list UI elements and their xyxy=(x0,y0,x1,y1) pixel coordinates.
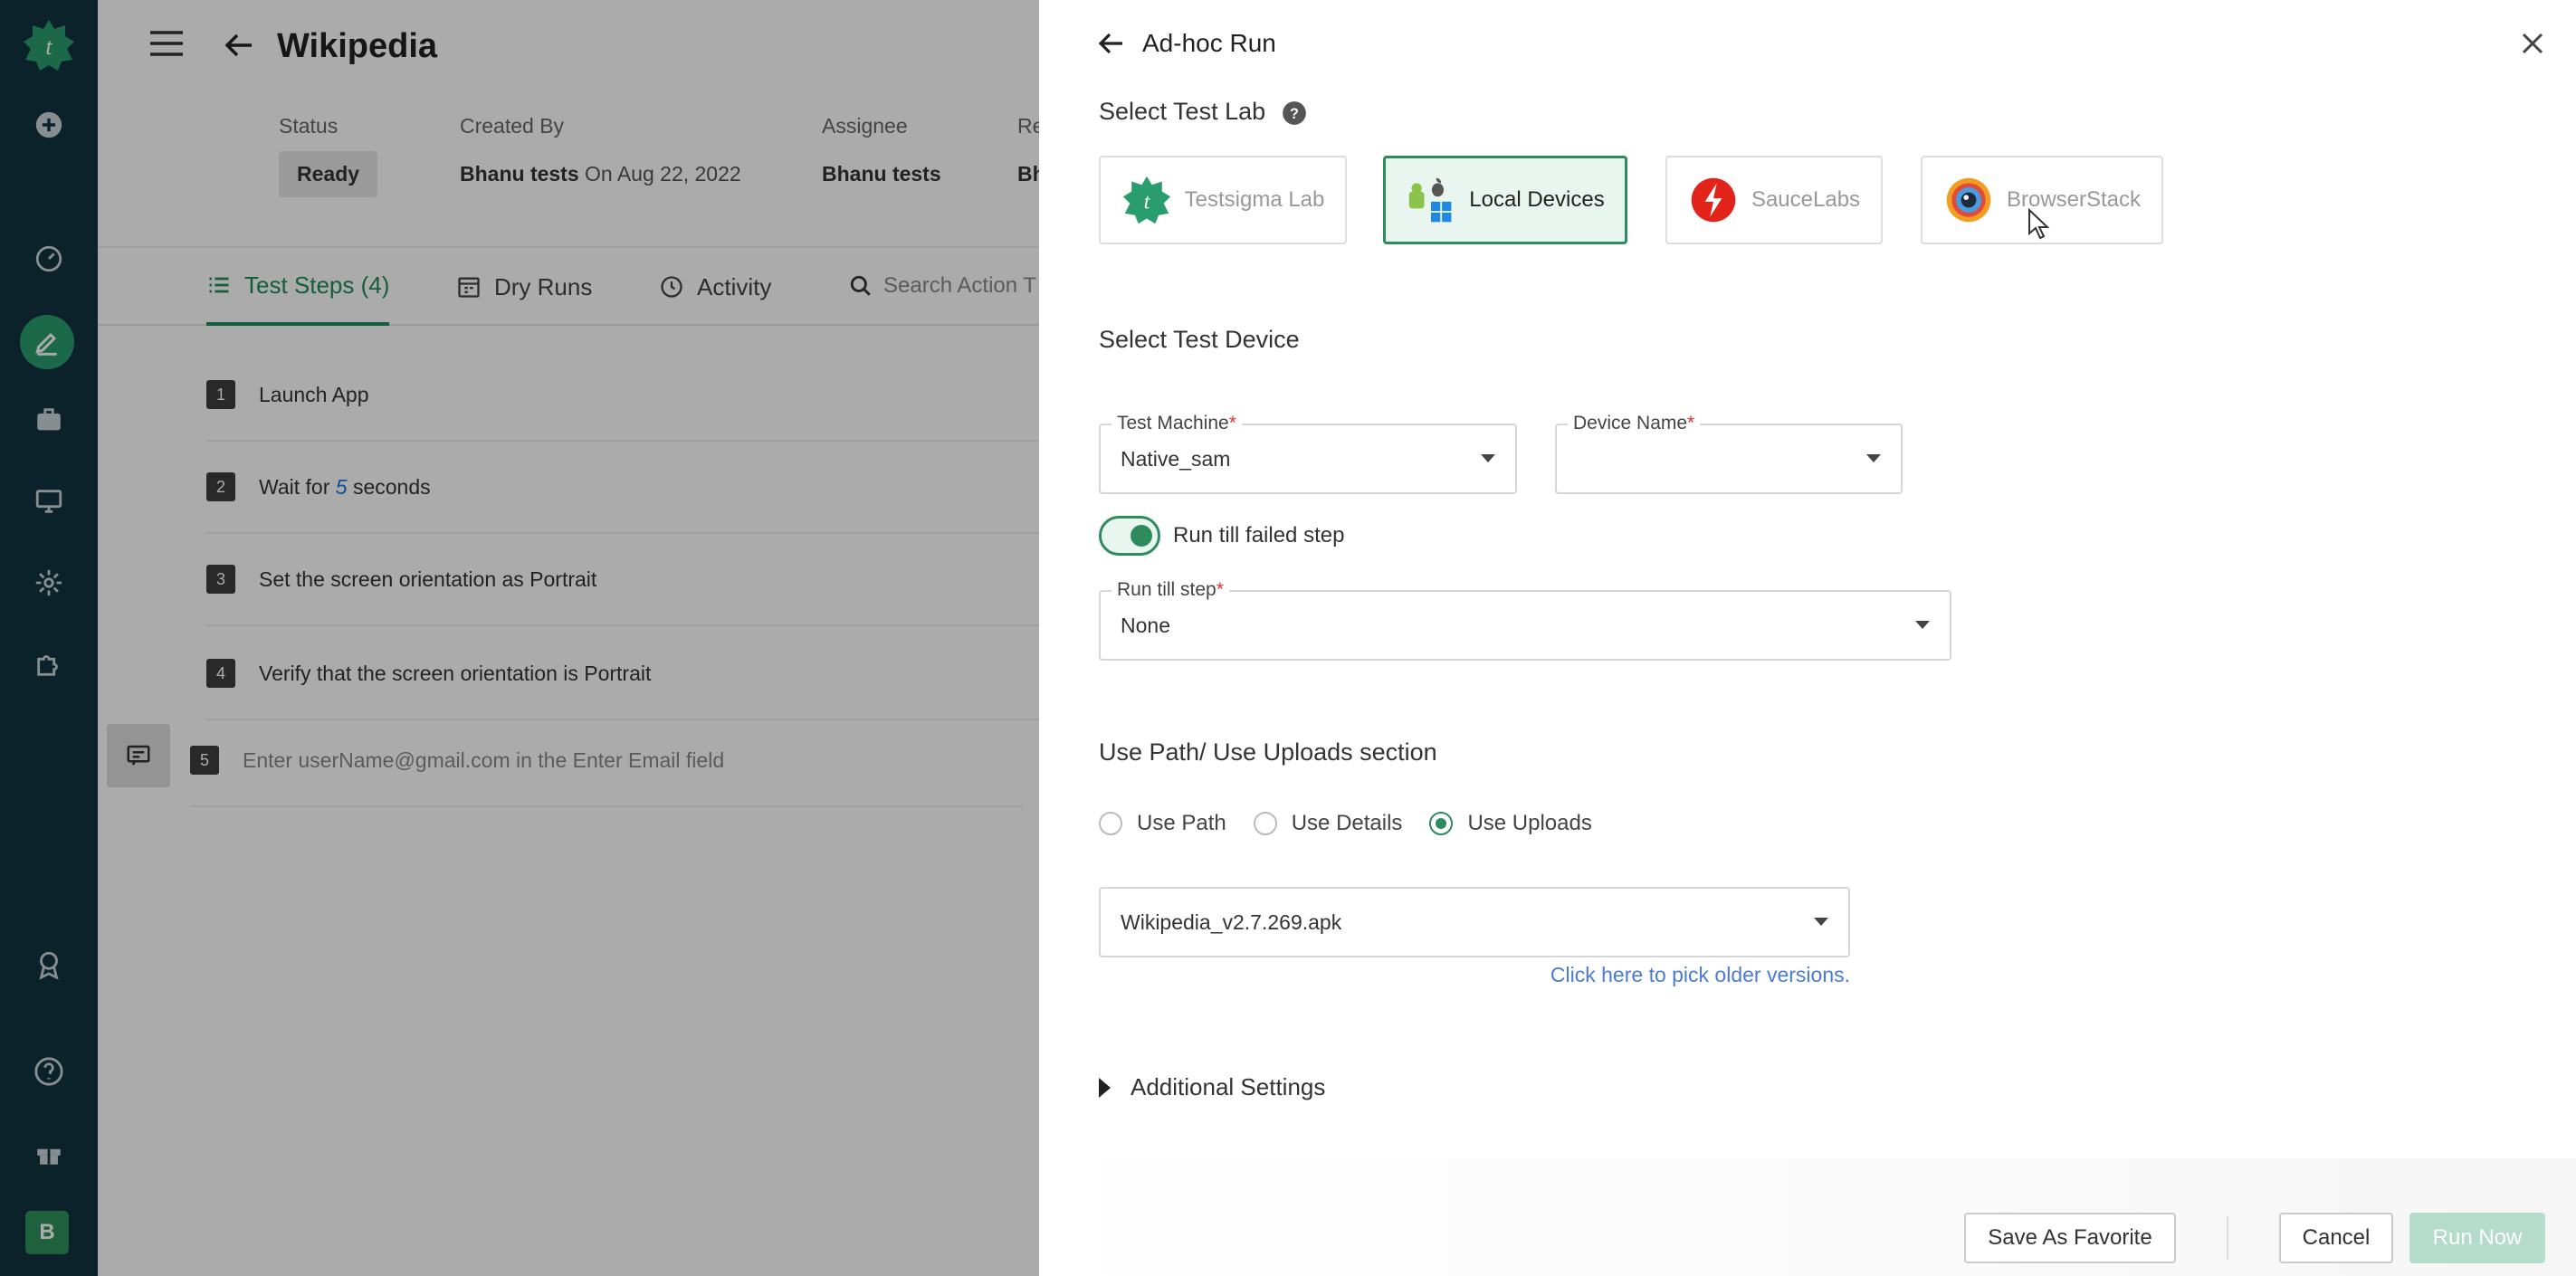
testsigma-icon: t xyxy=(1122,176,1170,224)
toggle-knob xyxy=(1131,525,1152,547)
mouse-pointer-icon xyxy=(2028,208,2050,240)
chevron-down-icon xyxy=(1866,454,1881,462)
back-arrow-icon[interactable] xyxy=(1097,29,1126,58)
lab-card-local-devices[interactable]: Local Devices xyxy=(1383,156,1627,244)
lab-card-label: SauceLabs xyxy=(1751,187,1861,212)
drawer-title: Ad-hoc Run xyxy=(1142,29,1276,57)
local-devices-icon xyxy=(1409,177,1452,223)
upload-file-select[interactable]: Wikipedia_v2.7.269.apk xyxy=(1099,887,1850,957)
save-as-favorite-button[interactable]: Save As Favorite xyxy=(1964,1213,2176,1263)
caret-right-icon xyxy=(1099,1077,1111,1098)
lab-card-label: Local Devices xyxy=(1469,187,1605,212)
close-icon[interactable] xyxy=(2516,27,2549,60)
older-versions-link[interactable]: Click here to pick older versions. xyxy=(1099,963,1850,987)
saucelabs-icon xyxy=(1691,177,1736,223)
test-machine-value: Native_sam xyxy=(1121,447,1231,471)
uploads-section-label: Use Path/ Use Uploads section xyxy=(1099,738,1437,766)
run-till-step-label: Run till step* xyxy=(1111,579,1229,601)
additional-settings-label: Additional Settings xyxy=(1131,1073,1326,1100)
browserstack-icon xyxy=(1946,177,1991,223)
lab-card-label: Testsigma Lab xyxy=(1184,187,1325,212)
cancel-button[interactable]: Cancel xyxy=(2279,1213,2393,1263)
lab-card-testsigma[interactable]: t Testsigma Lab xyxy=(1099,156,1347,244)
lab-card-saucelabs[interactable]: SauceLabs xyxy=(1665,156,1883,244)
help-question-icon[interactable]: ? xyxy=(1282,100,1307,126)
select-test-lab-label: Select Test Lab xyxy=(1099,98,1266,125)
radio-use-path[interactable]: Use Path xyxy=(1099,811,1226,836)
select-test-lab-heading: Select Test Lab ? xyxy=(1099,98,1307,126)
modal-backdrop[interactable] xyxy=(0,0,1039,1276)
radio-label: Use Details xyxy=(1291,811,1403,835)
test-machine-select[interactable]: Test Machine* Native_sam xyxy=(1099,413,1517,494)
upload-file-value: Wikipedia_v2.7.269.apk xyxy=(1121,910,1342,934)
chevron-down-icon xyxy=(1814,918,1828,926)
device-name-select[interactable]: Device Name* xyxy=(1555,413,1903,494)
additional-settings-toggle[interactable]: Additional Settings xyxy=(1099,1073,1325,1101)
radio-use-details[interactable]: Use Details xyxy=(1253,811,1403,836)
run-now-button[interactable]: Run Now xyxy=(2409,1213,2545,1263)
run-till-step-select[interactable]: Run till step* None xyxy=(1099,579,1951,661)
drawer-header: Ad-hoc Run xyxy=(1097,29,1276,58)
svg-text:?: ? xyxy=(1290,106,1299,122)
device-name-label: Device Name* xyxy=(1568,413,1701,434)
radio-indicator xyxy=(1429,812,1454,835)
run-till-failed-toggle[interactable] xyxy=(1099,516,1160,556)
path-source-radio-group: Use Path Use Details Use Uploads xyxy=(1099,811,1592,836)
radio-indicator xyxy=(1099,812,1122,835)
footer-divider xyxy=(2227,1216,2228,1260)
run-till-failed-label: Run till failed step xyxy=(1173,523,1345,548)
select-test-device-label: Select Test Device xyxy=(1099,326,1300,353)
test-machine-label: Test Machine* xyxy=(1111,413,1242,434)
radio-indicator xyxy=(1253,812,1277,835)
radio-use-uploads[interactable]: Use Uploads xyxy=(1429,811,1592,836)
radio-label: Use Uploads xyxy=(1467,811,1592,835)
run-till-step-value: None xyxy=(1121,614,1170,637)
radio-label: Use Path xyxy=(1137,811,1226,835)
adhoc-run-drawer: Ad-hoc Run Select Test Lab ? t Testsigma… xyxy=(1039,0,2576,1276)
chevron-down-icon xyxy=(1481,454,1495,462)
chevron-down-icon xyxy=(1915,621,1930,629)
